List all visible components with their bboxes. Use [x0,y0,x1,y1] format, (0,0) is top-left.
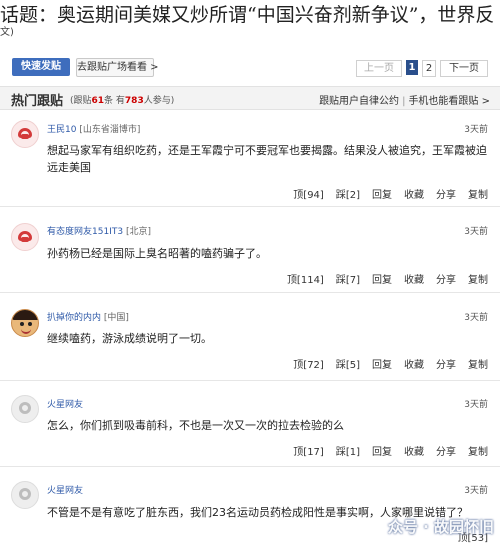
copy-button[interactable]: 复制 [468,356,488,371]
comment-count: 61 [91,96,105,106]
comment-item: 火星网友 3天前 怎么，你们抓到吸毒前科，不也是一次又一次的拉去检验的么 顶[1… [0,381,500,467]
comment-location: [中国] [103,313,129,323]
comment-item: 王民10 [山东省淄博市] 3天前 想起马家军有组织吃药，还是王军霞宁可不要冠军… [0,110,500,207]
link-separator: | [402,96,406,107]
comment-actions: 顶[17] 踩[1] 回复 收藏 分享 复制 [281,443,488,458]
prev-page-button[interactable]: 上一页 [356,60,402,77]
reply-button[interactable]: 回复 [372,356,392,371]
share-button[interactable]: 分享 [436,356,456,371]
favorite-button[interactable]: 收藏 [404,271,424,286]
copy-button[interactable]: 复制 [468,271,488,286]
favorite-button[interactable]: 收藏 [404,186,424,201]
upvote-button[interactable]: 顶[72] [293,356,324,371]
copy-button[interactable]: 复制 [468,186,488,201]
reply-button[interactable]: 回复 [372,271,392,286]
topic-header: 话题：奥运期间美媒又炒所谓“中国兴奋剂新争议”，世界反 文) [0,2,500,42]
comment-author-line: 王民10 [山东省淄博市] [47,122,140,135]
share-button[interactable]: 分享 [436,271,456,286]
comment-actions: 顶[72] 踩[5] 回复 收藏 分享 复制 [281,356,488,371]
comment-item: 扒掉你的内内 [中国] 3天前 继续嗑药，游泳成绩说明了一切。 顶[72] 踩[5… [0,293,500,381]
comment-text: 想起马家军有组织吃药，还是王军霞宁可不要冠军也要揭露。结果没人被追究，王军霞被迫… [47,144,487,174]
comment-text: 继续嗑药，游泳成绩说明了一切。 [47,332,212,345]
comment-author-line: 有态度网友151IT3 [北京] [47,224,151,237]
default-user-icon[interactable] [11,481,39,509]
comment-author[interactable]: 火星网友 [47,486,83,496]
comment-time: 3天前 [464,125,488,135]
share-button[interactable]: 分享 [436,443,456,458]
page-2-button[interactable]: 2 [422,60,436,77]
hot-comments-title: 热门跟贴 [11,94,64,109]
comment-text: 孙药杨已经是国际上臭名昭著的嗑药骗子了。 [47,247,267,260]
copy-button[interactable]: 复制 [468,443,488,458]
comment-text: 怎么，你们抓到吸毒前科，不也是一次又一次的拉去检验的么 [47,419,344,432]
share-button[interactable]: 分享 [436,186,456,201]
next-page-button[interactable]: 下一页 [440,60,488,77]
downvote-button[interactable]: 踩[5] [336,356,360,371]
page-1-button[interactable]: 1 [406,60,418,75]
reply-button[interactable]: 回复 [372,443,392,458]
comment-author-line: 扒掉你的内内 [中国] [47,310,129,323]
stats-suffix: 人参与) [143,96,175,106]
comment-author-line: 火星网友 [47,483,83,496]
topic-title: 话题：奥运期间美媒又炒所谓“中国兴奋剂新争议”，世界反 [0,4,495,26]
downvote-button[interactable]: 踩[2] [336,186,360,201]
hot-links: 跟贴用户自律公约 | 手机也能看跟贴 > [319,92,490,107]
cartoon-face-icon[interactable] [11,309,39,337]
upvote-button[interactable]: 顶[114] [287,271,324,286]
mobile-comments-link[interactable]: 手机也能看跟贴 > [408,96,490,107]
reply-button[interactable]: 回复 [372,186,392,201]
comment-stats: (跟贴61条 有783人参与) [70,93,174,106]
comment-author[interactable]: 火星网友 [47,400,83,410]
comment-item: 有态度网友151IT3 [北京] 3天前 孙药杨已经是国际上臭名昭著的嗑药骗子了… [0,207,500,293]
favorite-button[interactable]: 收藏 [404,443,424,458]
comment-author-line: 火星网友 [47,397,83,410]
comment-square-button[interactable]: 去跟贴广场看看 > [76,58,159,77]
quick-post-button[interactable]: 快速发贴 [12,58,70,76]
downvote-button[interactable]: 踩[7] [336,271,360,286]
netease-logo-icon[interactable] [11,223,39,251]
comment-author[interactable]: 扒掉你的内内 [47,313,101,323]
comment-actions: 顶[114] 踩[7] 回复 收藏 分享 复制 [275,271,488,286]
comment-time: 3天前 [464,313,488,323]
comment-time: 3天前 [464,227,488,237]
topic-subtext: 文) [0,27,14,38]
hot-comments-bar: 热门跟贴 (跟贴61条 有783人参与) 跟贴用户自律公约 | 手机也能看跟贴 > [0,86,500,110]
watermark-text: 众号 · 故园怀旧 [387,518,494,536]
comment-author[interactable]: 王民10 [47,125,76,135]
stats-mid: 条 有 [104,96,125,106]
upvote-button[interactable]: 顶[94] [293,186,324,201]
downvote-button[interactable]: 踩[1] [336,443,360,458]
netease-logo-icon[interactable] [11,120,39,148]
comment-location: [北京] [125,227,151,237]
comment-actions: 顶[94] 踩[2] 回复 收藏 分享 复制 [281,186,488,201]
comment-time: 3天前 [464,486,488,496]
default-user-icon[interactable] [11,395,39,423]
stats-prefix: (跟贴 [70,96,92,106]
upvote-button[interactable]: 顶[17] [293,443,324,458]
comment-author[interactable]: 有态度网友151IT3 [47,227,123,237]
comment-time: 3天前 [464,400,488,410]
comment-location: [山东省淄博市] [79,125,141,135]
participant-count: 783 [124,96,144,106]
user-convention-link[interactable]: 跟贴用户自律公约 [319,96,399,107]
favorite-button[interactable]: 收藏 [404,356,424,371]
